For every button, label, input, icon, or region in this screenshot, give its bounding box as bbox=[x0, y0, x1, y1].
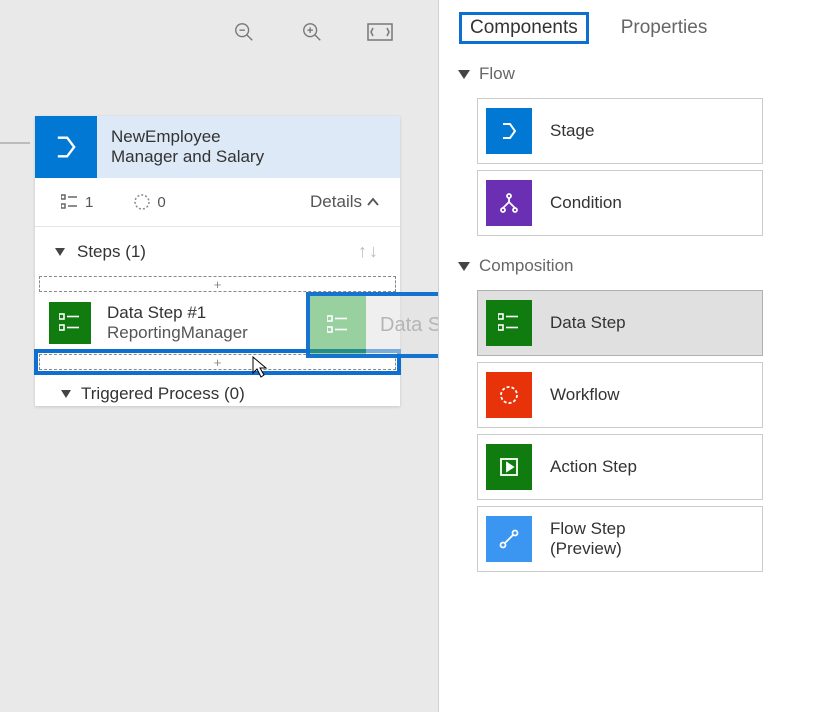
action-step-icon bbox=[486, 444, 532, 490]
data-step-icon bbox=[486, 300, 532, 346]
section-flow-label: Flow bbox=[479, 64, 515, 84]
meta-steps-count: 1 bbox=[61, 194, 93, 211]
step-text-block: Data Step #1 ReportingManager bbox=[107, 303, 248, 343]
condition-icon bbox=[486, 180, 532, 226]
collapse-triangle-icon[interactable] bbox=[61, 390, 71, 398]
section-flow-header[interactable]: Flow bbox=[459, 64, 820, 84]
component-data-step[interactable]: Data Step bbox=[477, 290, 763, 356]
collapse-triangle-icon[interactable] bbox=[458, 70, 470, 79]
zoom-out-icon[interactable] bbox=[230, 18, 258, 46]
sidebar-tabs: Components Properties bbox=[439, 12, 820, 44]
data-step-icon bbox=[49, 302, 91, 344]
section-composition-header[interactable]: Composition bbox=[459, 256, 820, 276]
step-title: Data Step #1 bbox=[107, 303, 248, 323]
meta-count-1: 1 bbox=[85, 194, 93, 211]
component-stage-label: Stage bbox=[532, 121, 594, 141]
tab-properties-label: Properties bbox=[621, 17, 708, 38]
component-stage[interactable]: Stage bbox=[477, 98, 763, 164]
stage-header[interactable]: NewEmployee Manager and Salary bbox=[35, 116, 400, 178]
component-condition-label: Condition bbox=[532, 193, 622, 213]
components-sidebar: Components Properties Flow Stage bbox=[438, 0, 820, 712]
steps-label: Steps (1) bbox=[77, 242, 146, 262]
tab-components[interactable]: Components bbox=[459, 12, 589, 44]
stage-meta: 1 0 Details bbox=[35, 178, 400, 227]
component-condition[interactable]: Condition bbox=[477, 170, 763, 236]
triggered-label: Triggered Process (0) bbox=[81, 384, 245, 404]
tab-properties[interactable]: Properties bbox=[617, 13, 712, 43]
stage-title: NewEmployee Manager and Salary bbox=[97, 116, 278, 178]
stage-icon bbox=[486, 108, 532, 154]
canvas-toolbar bbox=[230, 18, 394, 46]
meta-count-2: 0 bbox=[157, 194, 165, 211]
reorder-arrows-icon[interactable]: ↑↓ bbox=[358, 241, 380, 262]
workflow-icon bbox=[486, 372, 532, 418]
details-label: Details bbox=[310, 192, 362, 212]
section-flow: Flow Stage Condition bbox=[439, 64, 820, 236]
component-action-step[interactable]: Action Step bbox=[477, 434, 763, 500]
triggered-process-row[interactable]: Triggered Process (0) bbox=[35, 370, 400, 406]
component-flow-step[interactable]: Flow Step (Preview) bbox=[477, 506, 763, 572]
component-data-step-label: Data Step bbox=[532, 313, 626, 333]
stage-title-line2: Manager and Salary bbox=[111, 147, 264, 167]
stage-icon bbox=[35, 116, 97, 178]
section-composition: Composition Data Step Workflow bbox=[439, 256, 820, 572]
flow-step-icon bbox=[486, 516, 532, 562]
component-action-step-label: Action Step bbox=[532, 457, 637, 477]
drop-zone-top[interactable]: + bbox=[39, 276, 396, 292]
fit-screen-icon[interactable] bbox=[366, 18, 394, 46]
stage-title-line1: NewEmployee bbox=[111, 127, 264, 147]
step-subtitle: ReportingManager bbox=[107, 323, 248, 343]
flow-step-line2: (Preview) bbox=[550, 539, 626, 559]
steps-header: Steps (1) ↑↓ bbox=[35, 227, 400, 276]
component-flow-step-label: Flow Step (Preview) bbox=[532, 519, 626, 560]
tab-components-label: Components bbox=[470, 17, 578, 38]
meta-workflow-count: 0 bbox=[133, 193, 165, 211]
collapse-triangle-icon[interactable] bbox=[458, 262, 470, 271]
stage-card[interactable]: NewEmployee Manager and Salary 1 0 bbox=[35, 116, 400, 406]
flow-step-line1: Flow Step bbox=[550, 519, 626, 539]
section-composition-label: Composition bbox=[479, 256, 574, 276]
connector-line bbox=[0, 142, 30, 144]
details-toggle[interactable]: Details bbox=[310, 192, 380, 212]
collapse-triangle-icon[interactable] bbox=[55, 248, 65, 256]
drag-ghost-icon bbox=[310, 296, 366, 354]
component-workflow-label: Workflow bbox=[532, 385, 620, 405]
component-workflow[interactable]: Workflow bbox=[477, 362, 763, 428]
zoom-in-icon[interactable] bbox=[298, 18, 326, 46]
